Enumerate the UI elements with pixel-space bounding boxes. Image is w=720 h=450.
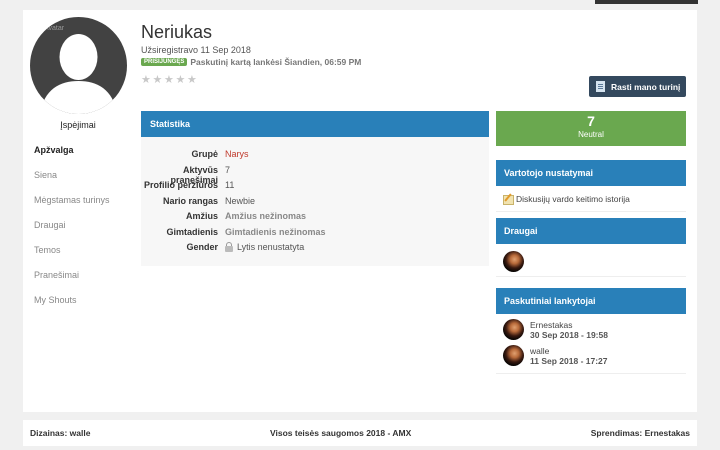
- stat-value: 11: [225, 180, 235, 190]
- user-avatar[interactable]: Avatar: [30, 17, 127, 114]
- stat-key: Aktyvūs pranešimai: [170, 164, 218, 185]
- profile-container: Avatar Įspėjimai Apžvalga Siena Mėgstama…: [23, 10, 697, 412]
- profile-username: Neriukas: [141, 22, 213, 42]
- find-my-content-label: Rasti mano turinį: [611, 81, 681, 92]
- star-icon[interactable]: ★: [153, 75, 164, 86]
- registration-date: Užsiregistravo 11 Sep 2018: [141, 45, 251, 55]
- find-my-content-button[interactable]: Rasti mano turinį: [589, 76, 686, 97]
- side-menu-item-overview[interactable]: Apžvalga: [34, 144, 110, 169]
- gender-value: Lytis nenustatyta: [237, 242, 305, 252]
- avatar-label: Avatar: [44, 25, 65, 32]
- visitor-avatar[interactable]: [503, 319, 524, 340]
- side-menu-item-wall[interactable]: Siena: [34, 169, 110, 194]
- friends-box: Draugai: [496, 218, 686, 277]
- top-bar-edge: [595, 0, 698, 4]
- visitor-avatar[interactable]: [503, 345, 524, 366]
- rating-stars[interactable]: ★ ★ ★ ★ ★: [141, 75, 199, 86]
- stat-value: Amžius nežinomas: [225, 211, 307, 221]
- side-menu-item-friends[interactable]: Draugai: [34, 219, 110, 244]
- recent-visitors-header: Paskutiniai lankytojai: [496, 288, 686, 314]
- reputation-label: Neutral: [578, 130, 604, 139]
- friend-avatar[interactable]: [503, 251, 524, 272]
- statistics-panel: Statistika Grupė Narys Aktyvūs pranešima…: [141, 111, 489, 266]
- stat-value: Gimtadienis nežinomas: [225, 226, 326, 237]
- reputation-value: 7: [587, 113, 595, 129]
- edit-history-icon: [503, 193, 514, 205]
- profile-side-menu: Apžvalga Siena Mėgstamas turinys Draugai…: [34, 144, 110, 319]
- statistics-header: Statistika: [141, 111, 489, 137]
- recent-visitors-box: Paskutiniai lankytojai Ernestakas 30 Sep…: [496, 288, 686, 374]
- visitor-name[interactable]: walle: [530, 346, 608, 356]
- visitor-item: walle 11 Sep 2018 - 17:27: [496, 345, 686, 371]
- stat-value-group-link[interactable]: Narys: [225, 149, 249, 165]
- stat-row-member-rank: Nario rangas Newbie: [141, 196, 489, 212]
- stat-key: Profilio peržiūros: [143, 180, 218, 190]
- reputation-box: 7 Neutral: [496, 111, 686, 146]
- stat-key: Gender: [186, 242, 218, 252]
- footer-solution-credit: Sprendimas: Ernestakas: [590, 428, 690, 438]
- stat-key: Gimtadienis: [166, 226, 218, 237]
- stat-value: 7: [225, 164, 231, 175]
- stat-key: Amžius: [185, 211, 218, 221]
- stat-key: Grupė: [191, 149, 218, 159]
- warnings-link[interactable]: Įspėjimai: [23, 120, 133, 130]
- online-status-row: PRISIJUNGĘS Paskutinį kartą lankėsi Šian…: [141, 56, 361, 68]
- page-footer: Dizainas: walle Visos teisės saugomos 20…: [23, 420, 697, 446]
- side-menu-item-posts[interactable]: Pranešimai: [34, 269, 110, 294]
- visitor-item: Ernestakas 30 Sep 2018 - 19:58: [496, 319, 686, 345]
- visitor-date: 11 Sep 2018 - 17:27: [530, 356, 608, 366]
- document-icon: [596, 81, 605, 92]
- last-visit-text: Paskutinį kartą lankėsi Šiandien, 06:59 …: [190, 57, 362, 67]
- side-menu-item-my-shouts[interactable]: My Shouts: [34, 294, 110, 319]
- stat-row-group: Grupė Narys: [141, 149, 489, 165]
- stat-row-active-posts: Aktyvūs pranešimai 7: [141, 164, 489, 185]
- stat-key: Nario rangas: [162, 195, 218, 206]
- user-settings-header: Vartotojo nustatymai: [496, 160, 686, 186]
- side-menu-item-topics[interactable]: Temos: [34, 244, 110, 269]
- stat-value: Lytis nenustatyta: [225, 242, 304, 258]
- visitor-name[interactable]: Ernestakas: [530, 320, 608, 330]
- stat-value: Newbie: [225, 195, 256, 206]
- footer-design-credit: Dizainas: walle: [30, 428, 91, 438]
- visitor-date: 30 Sep 2018 - 19:58: [530, 330, 608, 340]
- stat-row-gender: Gender Lytis nenustatyta: [141, 242, 489, 258]
- name-change-history-link[interactable]: Diskusijų vardo keitimo istorija: [516, 194, 630, 204]
- star-icon[interactable]: ★: [176, 75, 187, 86]
- lock-icon: [225, 242, 233, 252]
- online-status-badge: PRISIJUNGĘS: [141, 58, 188, 66]
- footer-copyright: Visos teisės saugomos 2018 - AMX: [269, 428, 412, 438]
- stat-row-birthday: Gimtadienis Gimtadienis nežinomas: [141, 227, 489, 243]
- user-settings-box: Vartotojo nustatymai Diskusijų vardo kei…: [496, 160, 686, 212]
- friends-header: Draugai: [496, 218, 686, 244]
- star-icon[interactable]: ★: [141, 75, 152, 86]
- side-menu-item-liked-content[interactable]: Mėgstamas turinys: [34, 194, 110, 219]
- stat-row-age: Amžius Amžius nežinomas: [141, 211, 489, 227]
- star-icon[interactable]: ★: [187, 75, 198, 86]
- stat-row-profile-views: Profilio peržiūros 11: [141, 180, 489, 196]
- star-icon[interactable]: ★: [164, 75, 175, 86]
